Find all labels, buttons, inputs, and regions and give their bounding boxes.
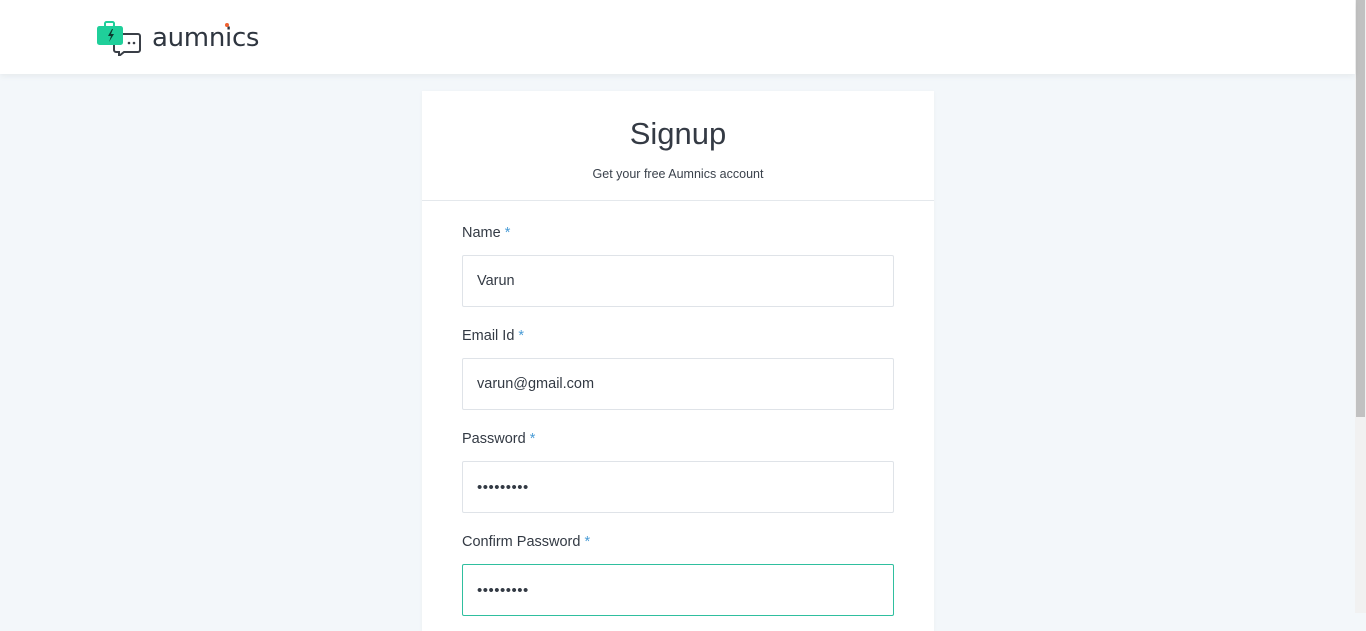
- signup-card-header: Signup Get your free Aumnics account: [422, 91, 934, 201]
- chat-briefcase-icon: [96, 20, 142, 59]
- required-star: *: [504, 225, 511, 241]
- name-field[interactable]: [462, 255, 894, 307]
- password-field-group: Password *: [462, 429, 894, 513]
- email-label-text: Email Id: [462, 328, 515, 344]
- name-label: Name *: [462, 223, 894, 243]
- password-label: Password *: [462, 429, 894, 449]
- page-scrollbar[interactable]: [1355, 0, 1366, 613]
- email-field[interactable]: [462, 358, 894, 410]
- required-star: *: [518, 328, 525, 344]
- confirm-password-field-group: Confirm Password *: [462, 532, 894, 616]
- required-star: *: [529, 431, 536, 447]
- brand-logo[interactable]: aumnics: [96, 20, 260, 59]
- email-field-group: Email Id *: [462, 326, 894, 410]
- scrollbar-thumb[interactable]: [1356, 0, 1365, 417]
- required-star: *: [584, 534, 591, 550]
- brand-dot-accent: [225, 23, 229, 27]
- password-label-text: Password: [462, 431, 526, 447]
- page-title: Signup: [629, 116, 727, 151]
- confirm-password-label: Confirm Password *: [462, 532, 894, 552]
- name-field-group: Name *: [462, 223, 894, 307]
- confirm-password-field[interactable]: [462, 564, 894, 616]
- signup-card: Signup Get your free Aumnics account Nam…: [422, 91, 934, 631]
- email-label: Email Id *: [462, 326, 894, 346]
- page-subtitle: Get your free Aumnics account: [592, 167, 764, 181]
- brand-name: aumnics: [152, 23, 260, 53]
- name-label-text: Name: [462, 225, 501, 241]
- top-navbar: aumnics: [0, 0, 1355, 74]
- confirm-password-label-text: Confirm Password: [462, 534, 581, 550]
- password-field[interactable]: [462, 461, 894, 513]
